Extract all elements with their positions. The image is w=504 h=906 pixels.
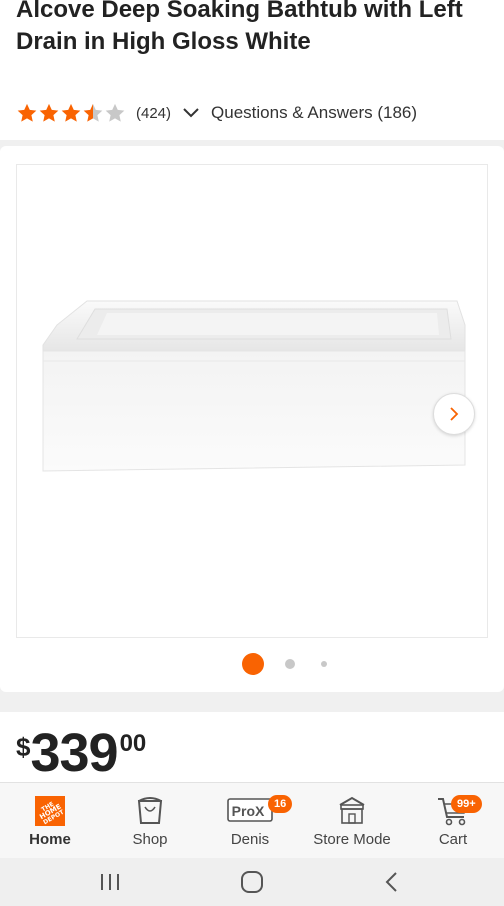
home-depot-logo-icon: THE HOME DEPOT <box>35 796 66 826</box>
home-button[interactable] <box>232 858 272 906</box>
price-cents: 00 <box>119 730 147 757</box>
star-full-icon <box>61 103 81 122</box>
star-full-icon <box>39 103 59 122</box>
recent-apps-icon <box>101 874 119 890</box>
star-empty-icon <box>105 103 125 122</box>
gallery-dot[interactable] <box>321 661 327 667</box>
image-gallery <box>0 146 504 692</box>
cart-count-badge: 99+ <box>451 795 482 813</box>
store-icon <box>339 796 365 824</box>
nav-cart[interactable]: 99+ Cart <box>403 783 503 859</box>
system-nav-bar <box>0 858 504 906</box>
pro-xtra-badge: 16 <box>268 795 293 813</box>
product-title: Alcove Deep Soaking Bathtub with Left Dr… <box>16 0 463 55</box>
chevron-down-icon[interactable] <box>181 103 201 123</box>
price: $ 339 00 <box>16 726 146 780</box>
product-header: Alcove Deep Soaking Bathtub with Left Dr… <box>0 0 504 140</box>
gallery-dot[interactable] <box>285 659 295 669</box>
star-half-icon <box>83 103 103 122</box>
price-section: $ 339 00 <box>0 712 504 792</box>
review-count[interactable]: (424) <box>136 105 171 122</box>
nav-pro-xtra[interactable]: ProX 16 Denis <box>200 783 300 859</box>
product-image[interactable] <box>16 164 488 638</box>
nav-shop-label: Shop <box>132 831 168 848</box>
back-button[interactable] <box>372 858 412 906</box>
questions-answers-link[interactable]: Questions & Answers (186) <box>211 103 417 123</box>
gallery-pagination <box>0 652 504 676</box>
chevron-right-icon <box>450 407 459 421</box>
price-dollars: 339 <box>30 723 118 783</box>
star-full-icon <box>17 103 37 122</box>
bathtub-image <box>42 300 466 472</box>
back-chevron-icon <box>385 872 397 892</box>
home-circle-icon <box>241 871 263 893</box>
pro-xtra-icon: ProX <box>227 798 273 822</box>
svg-text:ProX: ProX <box>232 803 265 819</box>
nav-store-mode[interactable]: Store Mode <box>302 783 402 859</box>
recent-apps-button[interactable] <box>90 858 130 906</box>
nav-pro-xtra-label: Denis <box>230 831 270 848</box>
paint-bucket-icon <box>137 797 163 824</box>
gallery-dot-active[interactable] <box>242 653 264 675</box>
nav-cart-label: Cart <box>438 831 468 848</box>
nav-home-label: Home <box>29 831 71 848</box>
nav-store-mode-label: Store Mode <box>313 831 391 848</box>
rating-row[interactable]: (424) Questions & Answers (186) <box>16 100 417 126</box>
nav-shop[interactable]: Shop <box>100 783 200 859</box>
price-currency: $ <box>16 732 31 762</box>
next-image-button[interactable] <box>433 393 475 435</box>
nav-home[interactable]: THE HOME DEPOT Home <box>0 783 100 859</box>
bottom-nav: THE HOME DEPOT Home Shop ProX 16 Denis S… <box>0 782 504 859</box>
star-rating[interactable] <box>16 102 126 124</box>
